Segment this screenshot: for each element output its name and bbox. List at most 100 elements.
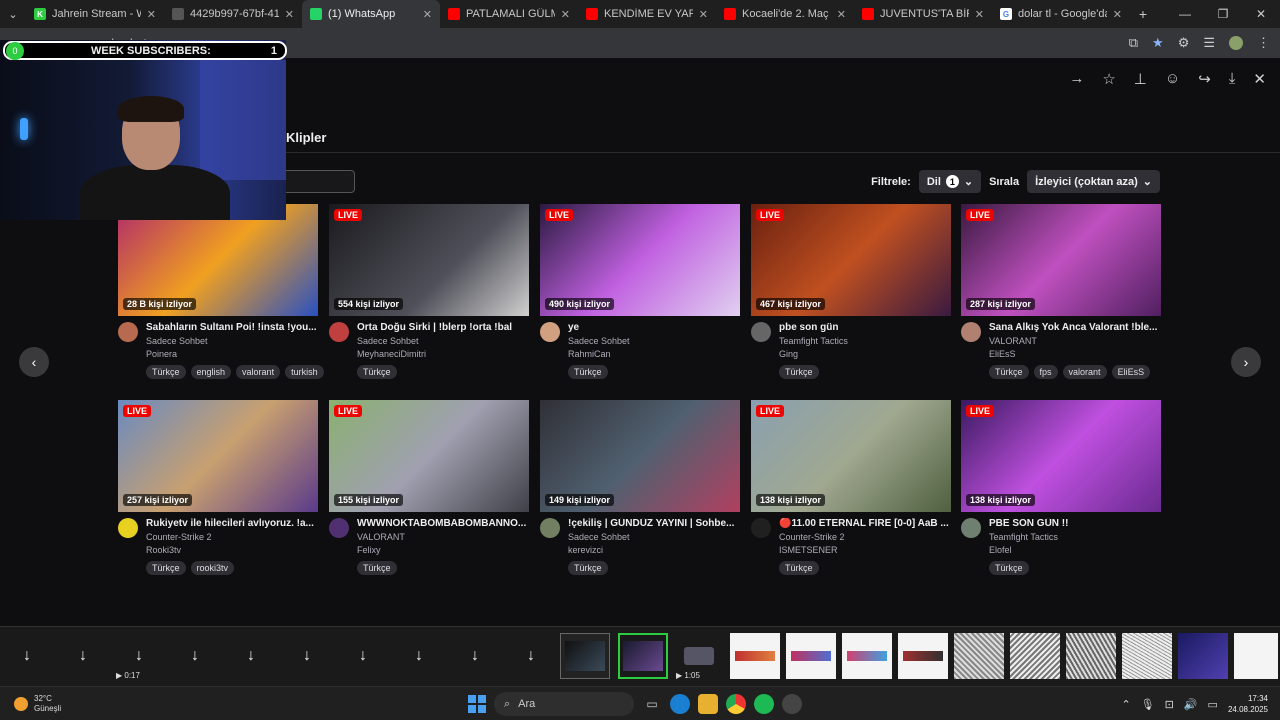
channel-avatar[interactable] [329,322,349,342]
stream-tag[interactable]: fps [1033,365,1058,379]
obs-icon[interactable] [782,694,802,714]
stream-category[interactable]: VALORANT [989,336,1161,346]
battery-icon[interactable]: ▭ [1208,698,1218,711]
chrome-icon[interactable] [726,694,746,714]
stream-category[interactable]: VALORANT [357,532,529,542]
browser-tab[interactable]: KENDİME EV YAPTIM - Ar ✕ [578,0,716,28]
stream-category[interactable]: Sadece Sohbet [146,336,318,346]
stream-tag[interactable]: turkish [285,365,324,379]
network-icon[interactable]: ⊡ [1165,698,1174,711]
download-arrow-icon[interactable]: ↓ [2,633,52,679]
stream-thumbnail[interactable]: LIVE 138 kişi izliyor [961,400,1161,512]
new-tab-button[interactable]: + [1130,6,1156,22]
channel-avatar[interactable] [118,518,138,538]
close-tab-icon[interactable]: ✕ [837,8,846,21]
channel-avatar[interactable] [540,322,560,342]
stream-thumbnail[interactable]: LIVE 467 kişi izliyor [751,204,951,316]
start-button[interactable] [468,695,486,713]
stream-tag[interactable]: valorant [236,365,281,379]
stream-card[interactable]: LIVE 138 kişi izliyor PBE SON GÜN !! Teamfi… [961,400,1161,575]
menu-icon[interactable]: ⋮ [1257,35,1270,51]
download-thumb[interactable] [842,633,892,679]
stream-card[interactable]: LIVE 287 kişi izliyor Sana Alkış Yok Anca … [961,204,1161,379]
carousel-prev-button[interactable]: ‹ [19,347,49,377]
stream-tag[interactable]: english [190,365,232,379]
language-filter[interactable]: Dil 1 ⌄ [918,170,982,193]
stream-thumbnail[interactable]: LIVE 138 kişi izliyor [751,400,951,512]
stream-category[interactable]: Counter-Strike 2 [146,532,318,542]
browser-tab[interactable]: JUVENTUS'TA BİR GÜNÜN ✕ [854,0,992,28]
channel-name[interactable]: kerevizci [568,545,740,555]
stream-category[interactable]: Sadece Sohbet [357,336,529,346]
stream-title[interactable]: Sabahların Sultanı Poi! !insta !you... [146,322,318,333]
carousel-next-button[interactable]: › [1231,347,1261,377]
stream-tag[interactable]: Türkçe [989,365,1029,379]
stream-title[interactable]: WWWNOKTABOMBABOMBANNO... [357,518,529,529]
channel-name[interactable]: Poinera [146,349,318,359]
stream-card[interactable]: 28 B kişi izliyor Sabahların Sultanı Poi!… [118,204,324,379]
extensions-icon[interactable]: ⚙ [1178,35,1190,51]
channel-avatar[interactable] [540,518,560,538]
stream-thumbnail[interactable]: 149 kişi izliyor [540,400,740,512]
profile-avatar[interactable] [1229,36,1243,50]
stream-tag[interactable]: Türkçe [779,365,819,379]
close-tab-icon[interactable]: ✕ [561,8,570,21]
download-thumb[interactable] [1234,633,1278,679]
stream-tag[interactable]: Türkçe [779,561,819,575]
mic-icon[interactable]: 🎙 [1141,698,1155,711]
channel-avatar[interactable] [751,518,771,538]
share-icon[interactable]: ↪ [1198,70,1211,88]
stream-tag[interactable]: Türkçe [146,365,186,379]
stream-category[interactable]: Teamfight Tactics [989,532,1161,542]
stream-tag[interactable]: rooki3tv [190,561,235,575]
maximize-icon[interactable]: ❐ [1204,0,1242,28]
channel-avatar[interactable] [329,518,349,538]
download-arrow-icon[interactable]: ↓ [170,633,220,679]
chevron-up-icon[interactable]: ⌃ [1121,698,1130,711]
download-thumb[interactable] [730,633,780,679]
channel-avatar[interactable] [961,518,981,538]
stream-category[interactable]: Counter-Strike 2 [779,532,951,542]
stream-thumbnail[interactable]: LIVE 554 kişi izliyor [329,204,529,316]
stream-tag[interactable]: EliEsS [1111,365,1151,379]
stream-title[interactable]: ye [568,322,740,333]
channel-name[interactable]: MeyhaneciDimitri [357,349,529,359]
download-thumb[interactable] [954,633,1004,679]
download-thumb[interactable] [1178,633,1228,679]
stream-category[interactable]: Teamfight Tactics [779,336,951,346]
download-thumb[interactable] [1066,633,1116,679]
download-arrow-icon[interactable]: ↓ [450,633,500,679]
stream-card[interactable]: 149 kişi izliyor !çekiliş | GÜNDÜZ YAYINI… [540,400,740,575]
stream-card[interactable]: LIVE 467 kişi izliyor pbe son gün Teamfight… [751,204,951,379]
stream-tag[interactable]: valorant [1062,365,1107,379]
channel-avatar[interactable] [118,322,138,342]
close-tab-icon[interactable]: ✕ [285,8,294,21]
browser-tab[interactable]: K Jahrein Stream - Watch Li ✕ [26,0,164,28]
clock[interactable]: 17:34 24.08.2025 [1228,693,1268,715]
spotify-icon[interactable] [754,694,774,714]
channel-name[interactable]: EliEsS [989,349,1161,359]
close-window-icon[interactable]: ✕ [1242,0,1280,28]
stream-thumbnail[interactable]: LIVE 490 kişi izliyor [540,204,740,316]
cast-icon[interactable]: ⧉ [1129,35,1138,51]
stream-title[interactable]: Orta Doğu Sirki | !blerp !orta !bal [357,322,529,333]
channel-avatar[interactable] [751,322,771,342]
sort-dropdown[interactable]: İzleyici (çoktan aza) ⌄ [1027,170,1160,193]
channel-name[interactable]: ISMETSENER [779,545,951,555]
channel-name[interactable]: Rooki3tv [146,545,318,555]
pin-icon[interactable]: ⊥ [1134,70,1147,88]
download-arrow-icon[interactable]: ↓ [114,633,164,679]
browser-tab[interactable]: PATLAMALI GÜLMEME CH ✕ [440,0,578,28]
channel-name[interactable]: RahmiCan [568,349,740,359]
stream-tag[interactable]: Türkçe [568,365,608,379]
channel-name[interactable]: Ging [779,349,951,359]
channel-avatar[interactable] [961,322,981,342]
close-tab-icon[interactable]: ✕ [699,8,708,21]
stream-category[interactable]: Sadece Sohbet [568,336,740,346]
browser-tab[interactable]: Kocaeli'de 2. Maç 2. Kavg ✕ [716,0,854,28]
taskbar-search[interactable]: ⌕ Ara [494,692,634,716]
stream-thumbnail[interactable]: LIVE 287 kişi izliyor [961,204,1161,316]
download-arrow-icon[interactable]: ↓ [338,633,388,679]
stream-thumbnail[interactable]: LIVE 155 kişi izliyor [329,400,529,512]
smile-icon[interactable]: ☺ [1165,70,1180,88]
